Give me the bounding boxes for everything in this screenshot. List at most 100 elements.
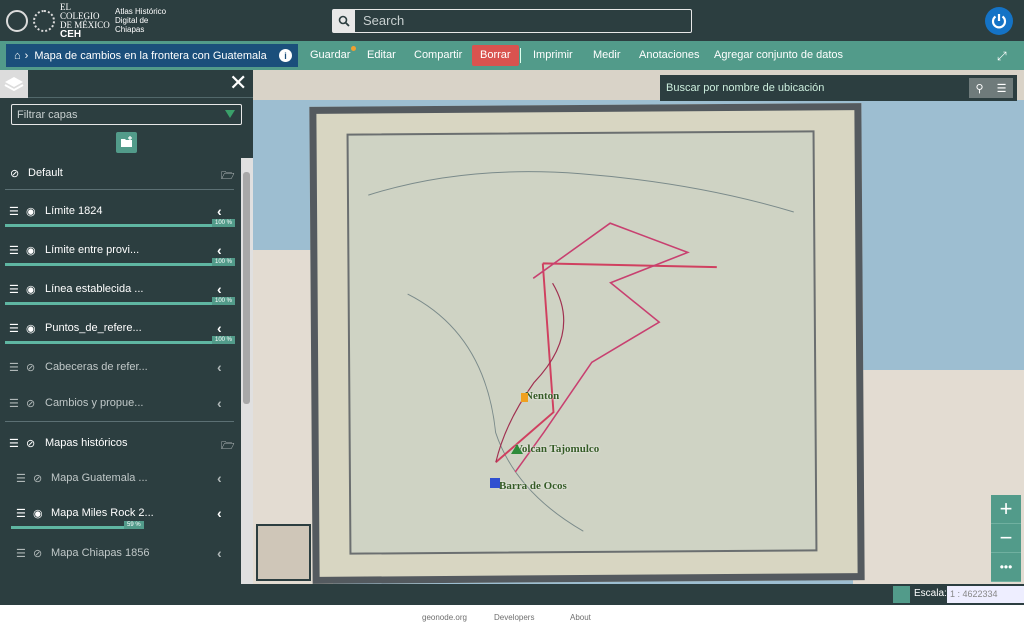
drag-handle-icon[interactable]: ☰ <box>9 322 19 335</box>
colmex-ceh-logo: EL COLEGIO DE MÉXICO CEH <box>60 2 110 39</box>
drag-handle-icon[interactable]: ☰ <box>9 205 19 218</box>
hidden-icon[interactable]: ⊘ <box>26 361 35 374</box>
folder-plus-icon <box>121 136 132 147</box>
annotations-button[interactable]: Anotaciones <box>639 41 700 70</box>
place-marker-icon[interactable] <box>521 393 528 402</box>
unsaved-indicator <box>351 46 357 51</box>
layer-item[interactable]: ☰ ⊘ Cabeceras de refer... ‹ <box>0 352 239 391</box>
layer-item[interactable]: ☰ ⊘ Mapa Guatemala ... ‹ <box>0 463 239 502</box>
menu-icon[interactable]: ☰ <box>997 82 1007 95</box>
chevron-right-icon: › <box>24 49 29 62</box>
hidden-icon[interactable]: ⊘ <box>26 397 35 410</box>
layer-label: Mapa Miles Rock 2... <box>51 507 154 519</box>
drag-handle-icon[interactable]: ☰ <box>16 547 26 560</box>
map-status-bar: Escala: 1 : 4622334 <box>0 584 1024 605</box>
eye-icon[interactable]: ◉ <box>26 322 36 335</box>
layer-item[interactable]: ☰ ◉ Límite entre provi... ‹ 100 % <box>0 235 239 274</box>
eye-icon[interactable]: ◉ <box>33 507 43 520</box>
footer-link-geonode[interactable]: geonode.org <box>422 613 467 622</box>
drag-handle-icon[interactable]: ☰ <box>9 244 19 257</box>
chevron-left-icon[interactable]: ‹ <box>217 395 222 411</box>
chevron-left-icon[interactable]: ‹ <box>217 320 222 336</box>
scale-select[interactable]: 1 : 4622334 <box>947 586 1024 603</box>
map-canvas[interactable]: Nenton Volcan Tajomulco Barra de Ocos Bu… <box>253 70 1024 584</box>
opacity-slider[interactable] <box>5 263 234 266</box>
layer-item[interactable]: ☰ ◉ Límite 1824 ‹ 100 % <box>0 196 239 235</box>
hidden-icon[interactable]: ⊘ <box>10 167 19 180</box>
zoom-in-button[interactable]: + <box>991 495 1021 524</box>
port-marker-icon[interactable] <box>490 478 500 488</box>
breadcrumb[interactable]: ⌂ › Mapa de cambios en la frontera con G… <box>6 44 298 67</box>
close-icon[interactable]: ✕ <box>229 72 247 94</box>
save-button[interactable]: Guardar <box>310 41 357 70</box>
footer-link-about[interactable]: About <box>570 613 591 622</box>
chevron-left-icon[interactable]: ‹ <box>217 470 222 486</box>
global-search[interactable]: Search <box>332 9 692 33</box>
more-options-button[interactable]: ••• <box>991 553 1021 582</box>
drag-handle-icon[interactable]: ☰ <box>9 283 19 296</box>
fullscreen-icon[interactable]: ⤢ <box>997 49 1007 64</box>
layer-list-scrollbar[interactable] <box>241 158 253 584</box>
location-search[interactable]: Buscar por nombre de ubicación ⚲ ☰ <box>660 75 1017 101</box>
share-button[interactable]: Compartir <box>414 41 462 70</box>
overview-minimap[interactable] <box>256 524 311 581</box>
chevron-left-icon[interactable]: ‹ <box>217 203 222 219</box>
search-input[interactable]: Search <box>355 10 404 32</box>
opacity-value: 100 % <box>212 219 236 227</box>
info-icon[interactable]: i <box>279 49 292 62</box>
layer-label: Puntos_de_refere... <box>45 322 142 334</box>
scrollbar-thumb[interactable] <box>243 172 250 404</box>
chevron-left-icon[interactable]: ‹ <box>217 281 222 297</box>
hidden-icon[interactable]: ⊘ <box>33 472 42 485</box>
folder-open-icon[interactable]: 🗁 <box>221 167 235 186</box>
drag-handle-icon[interactable]: ☰ <box>16 472 26 485</box>
location-search-input[interactable]: Buscar por nombre de ubicación <box>666 82 824 94</box>
add-dataset-button[interactable]: Agregar conjunto de datos <box>714 41 843 70</box>
chevron-left-icon[interactable]: ‹ <box>217 242 222 258</box>
layer-group-default[interactable]: ⊘ Default 🗁 <box>0 158 239 197</box>
opacity-slider[interactable] <box>5 341 234 344</box>
volcano-marker-icon[interactable] <box>511 444 523 454</box>
chevron-left-icon[interactable]: ‹ <box>217 359 222 375</box>
layer-item-selected[interactable]: ☰ ◉ Mapa Miles Rock 2... ‹ 59 % <box>0 498 239 537</box>
zoom-out-button[interactable]: − <box>991 524 1021 553</box>
measure-button[interactable]: Medir <box>593 41 621 70</box>
folder-open-icon[interactable]: 🗁 <box>221 437 235 456</box>
opacity-slider[interactable] <box>11 526 125 529</box>
scale-label: Escala: <box>914 588 947 599</box>
historic-map-lines <box>368 171 794 532</box>
add-group-button[interactable] <box>116 132 137 153</box>
hidden-icon[interactable]: ⊘ <box>33 547 42 560</box>
chevron-left-icon[interactable]: ‹ <box>217 545 222 561</box>
drag-handle-icon[interactable]: ☰ <box>16 507 26 520</box>
print-button[interactable]: Imprimir <box>533 41 573 70</box>
layers-icon[interactable] <box>0 70 28 98</box>
layer-group-label: Default <box>28 167 63 179</box>
layer-item[interactable]: ☰ ◉ Puntos_de_refere... ‹ 100 % <box>0 313 239 352</box>
footer-link-developers[interactable]: Developers <box>494 613 534 622</box>
delete-button[interactable]: Borrar <box>472 45 519 66</box>
eye-icon[interactable]: ◉ <box>26 205 36 218</box>
drag-handle-icon[interactable]: ☰ <box>9 397 19 410</box>
home-icon[interactable]: ⌂ <box>14 50 21 62</box>
hidden-icon[interactable]: ⊘ <box>26 437 35 450</box>
layer-item[interactable]: ☰ ⊘ Mapa Chiapas 1856 ‹ <box>0 538 239 577</box>
edit-button[interactable]: Editar <box>367 41 396 70</box>
eye-icon[interactable]: ◉ <box>26 244 36 257</box>
opacity-slider[interactable] <box>5 224 234 227</box>
opacity-slider[interactable] <box>5 302 234 305</box>
power-icon[interactable] <box>985 7 1013 35</box>
scale-toggle-icon[interactable] <box>893 586 910 603</box>
search-icon[interactable] <box>333 10 355 32</box>
filter-icon[interactable] <box>225 110 235 118</box>
opacity-value: 100 % <box>212 336 236 344</box>
eye-icon[interactable]: ◉ <box>26 283 36 296</box>
drag-handle-icon[interactable]: ☰ <box>9 361 19 374</box>
layer-label: Límite entre provi... <box>45 244 140 256</box>
drag-handle-icon[interactable]: ☰ <box>9 437 19 450</box>
layer-group-mapas-historicos[interactable]: ☰ ⊘ Mapas históricos 🗁 <box>0 428 239 467</box>
search-icon[interactable]: ⚲ <box>976 82 984 95</box>
layer-item[interactable]: ☰ ◉ Línea establecida ... ‹ 100 % <box>0 274 239 313</box>
layer-filter-input[interactable]: Filtrar capas <box>11 104 242 125</box>
chevron-left-icon[interactable]: ‹ <box>217 505 222 521</box>
